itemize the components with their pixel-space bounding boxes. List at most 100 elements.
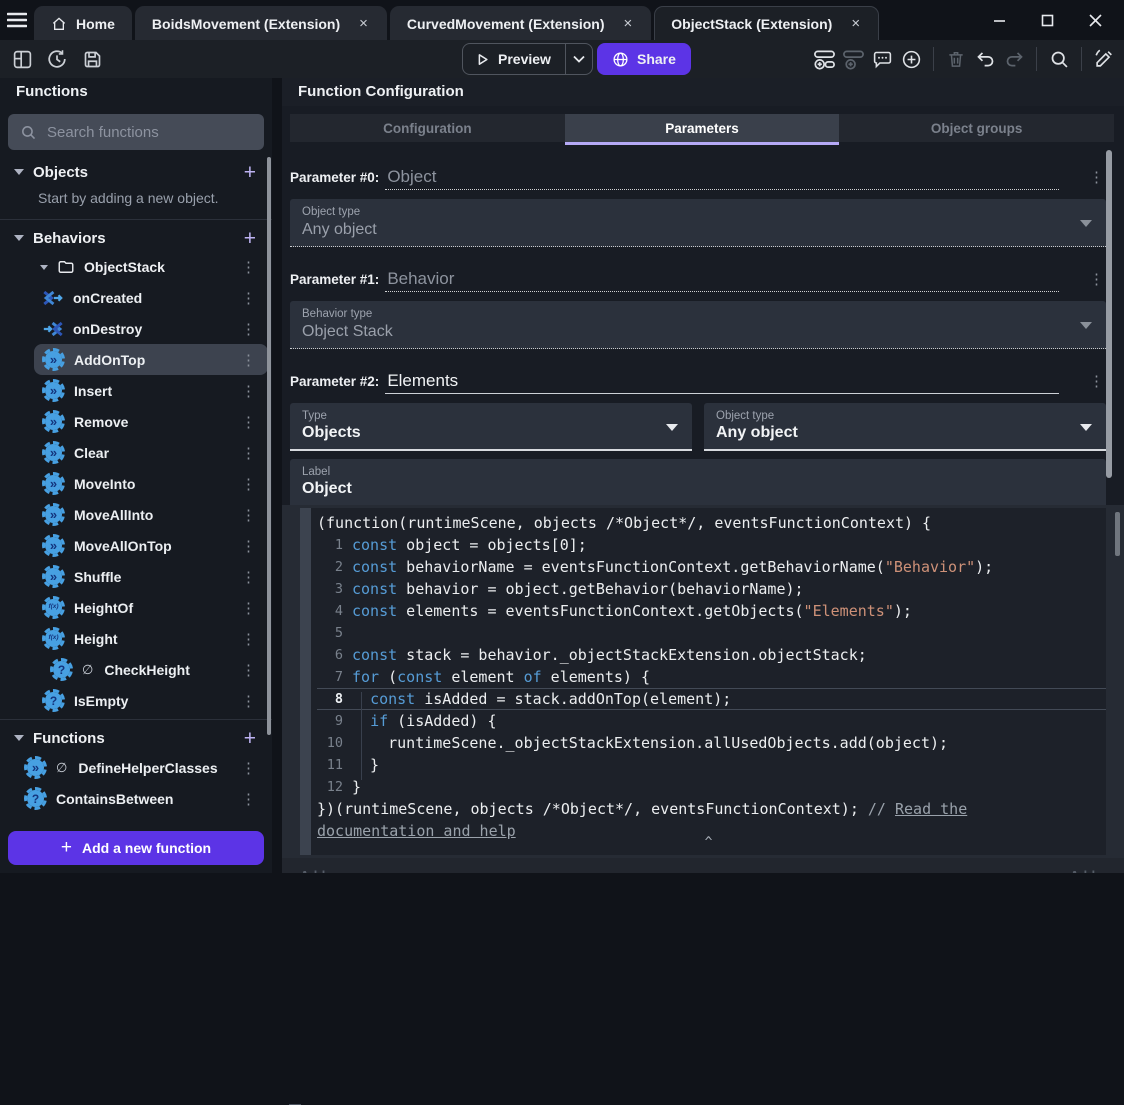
collapse-caret[interactable]: ^ bbox=[311, 836, 1106, 849]
preview-label: Preview bbox=[498, 51, 551, 67]
comment-icon[interactable] bbox=[870, 47, 894, 71]
item-menu-icon[interactable]: ⋮ bbox=[235, 630, 262, 648]
section-functions[interactable]: Functions + bbox=[0, 724, 272, 752]
panels-icon[interactable] bbox=[10, 47, 34, 71]
add-circle-icon[interactable] bbox=[899, 47, 923, 71]
parameters-scrollbar[interactable] bbox=[1106, 150, 1112, 478]
add-event-icon[interactable] bbox=[812, 47, 836, 71]
parameter-name-field[interactable]: Elements bbox=[385, 371, 1059, 394]
function-item-ondestroy[interactable]: onDestroy ⋮ bbox=[34, 313, 268, 344]
function-item-height[interactable]: f(x) Height ⋮ bbox=[34, 623, 268, 654]
add-subevent-icon[interactable] bbox=[841, 47, 865, 71]
item-menu-icon[interactable]: ⋮ bbox=[235, 692, 262, 710]
item-menu-icon[interactable]: ⋮ bbox=[235, 790, 262, 808]
chevron-down-icon[interactable] bbox=[14, 235, 24, 241]
tab-curvedmovement[interactable]: CurvedMovement (Extension) × bbox=[389, 6, 652, 40]
item-menu-icon[interactable]: ⋮ bbox=[235, 351, 262, 369]
section-behaviors[interactable]: Behaviors + bbox=[0, 224, 272, 252]
item-menu-icon[interactable]: ⋮ bbox=[235, 289, 262, 307]
save-icon[interactable] bbox=[80, 47, 104, 71]
function-item-clear[interactable]: » Clear ⋮ bbox=[34, 437, 268, 468]
sidebar-scrollbar[interactable] bbox=[267, 157, 271, 735]
item-menu-icon[interactable]: ⋮ bbox=[235, 413, 262, 431]
undo-icon[interactable] bbox=[973, 47, 997, 71]
function-item-moveallontop[interactable]: » MoveAllOnTop ⋮ bbox=[34, 530, 268, 561]
function-item-isempty[interactable]: ? IsEmpty ⋮ bbox=[34, 685, 268, 716]
hamburger-icon[interactable] bbox=[0, 3, 34, 37]
function-item-oncreated[interactable]: onCreated ⋮ bbox=[34, 282, 268, 313]
item-menu-icon[interactable]: ⋮ bbox=[235, 475, 262, 493]
behavior-type-select[interactable]: Behavior type Object Stack bbox=[290, 301, 1106, 349]
search-icon[interactable] bbox=[1047, 47, 1071, 71]
folder-icon bbox=[58, 261, 74, 273]
function-item-addontop[interactable]: » AddOnTop ⋮ bbox=[34, 344, 268, 375]
tab-parameters[interactable]: Parameters bbox=[564, 114, 840, 145]
js-code-event[interactable]: (function(runtimeScene, objects /*Object… bbox=[300, 508, 1106, 855]
item-menu-icon[interactable]: ⋮ bbox=[235, 444, 262, 462]
parameter-name-field[interactable]: Behavior bbox=[385, 269, 1059, 292]
code-scrollbar[interactable] bbox=[1115, 512, 1120, 556]
function-item-definehelperclasses[interactable]: » ∅ DefineHelperClasses ⋮ bbox=[16, 752, 268, 783]
function-item-remove[interactable]: » Remove ⋮ bbox=[34, 406, 268, 437]
function-item-shuffle[interactable]: » Shuffle ⋮ bbox=[34, 561, 268, 592]
search-input[interactable] bbox=[47, 123, 252, 141]
chevron-down-icon[interactable] bbox=[14, 169, 24, 175]
history-icon[interactable] bbox=[45, 47, 69, 71]
tab-home[interactable]: Home bbox=[34, 6, 132, 40]
search-box[interactable] bbox=[8, 114, 264, 150]
item-menu-icon[interactable]: ⋮ bbox=[235, 506, 262, 524]
label-select[interactable]: Label Object bbox=[290, 459, 1106, 505]
tab-boidsmovement[interactable]: BoidsMovement (Extension) × bbox=[134, 6, 387, 40]
function-item-heightof[interactable]: f(x) HeightOf ⋮ bbox=[34, 592, 268, 623]
redo-icon[interactable] bbox=[1002, 47, 1026, 71]
object-type-select[interactable]: Object type Any object bbox=[290, 199, 1106, 247]
documentation-link[interactable]: Read the bbox=[895, 800, 967, 818]
add-icon[interactable]: + bbox=[242, 228, 258, 249]
tab-object-groups[interactable]: Object groups bbox=[839, 114, 1115, 142]
type-select[interactable]: Type Objects bbox=[290, 403, 692, 451]
item-menu-icon[interactable]: ⋮ bbox=[235, 320, 262, 338]
function-item-containsbetween[interactable]: ? ContainsBetween ⋮ bbox=[16, 783, 268, 814]
item-menu-icon[interactable]: ⋮ bbox=[235, 759, 262, 777]
item-menu-icon[interactable]: ⋮ bbox=[235, 661, 262, 679]
function-item-checkheight[interactable]: ? ∅ CheckHeight ⋮ bbox=[34, 654, 268, 685]
close-tab-icon[interactable]: × bbox=[849, 15, 862, 32]
add-function-button[interactable]: + Add a new function bbox=[8, 831, 264, 865]
close-tab-icon[interactable]: × bbox=[622, 15, 635, 32]
parameter-menu-icon[interactable]: ⋮ bbox=[1087, 270, 1106, 292]
tab-objectstack[interactable]: ObjectStack (Extension) × bbox=[654, 6, 880, 40]
panel-title: Functions bbox=[16, 83, 88, 100]
function-item-moveinto[interactable]: » MoveInto ⋮ bbox=[34, 468, 268, 499]
item-menu-icon[interactable]: ⋮ bbox=[235, 599, 262, 617]
event-drag-handle[interactable] bbox=[300, 508, 311, 855]
share-button[interactable]: Share bbox=[597, 43, 691, 75]
edit-icon[interactable] bbox=[1092, 47, 1116, 71]
parameter-name-field[interactable]: Object bbox=[385, 167, 1059, 190]
parameter-menu-icon[interactable]: ⋮ bbox=[1087, 372, 1106, 394]
item-menu-icon[interactable]: ⋮ bbox=[235, 258, 262, 276]
minimize-icon[interactable] bbox=[984, 7, 1014, 33]
tab-configuration[interactable]: Configuration bbox=[290, 114, 565, 142]
field-value: Object Stack bbox=[302, 323, 393, 340]
section-objects[interactable]: Objects + bbox=[0, 158, 272, 186]
chevron-down-icon[interactable] bbox=[40, 264, 48, 270]
field-label: Object type bbox=[302, 206, 361, 218]
chevron-down-icon[interactable] bbox=[566, 55, 592, 63]
maximize-icon[interactable] bbox=[1032, 7, 1062, 33]
delete-icon[interactable] bbox=[944, 47, 968, 71]
function-item-moveallinto[interactable]: » MoveAllInto ⋮ bbox=[34, 499, 268, 530]
close-icon[interactable] bbox=[1080, 7, 1110, 33]
function-item-insert[interactable]: » Insert ⋮ bbox=[34, 375, 268, 406]
parameter-menu-icon[interactable]: ⋮ bbox=[1087, 168, 1106, 190]
item-menu-icon[interactable]: ⋮ bbox=[235, 568, 262, 586]
add-icon[interactable]: + bbox=[242, 162, 258, 183]
code-editor[interactable]: (function(runtimeScene, objects /*Object… bbox=[311, 508, 1106, 855]
add-icon[interactable]: + bbox=[242, 728, 258, 749]
group-objectstack[interactable]: ObjectStack ⋮ bbox=[0, 252, 272, 282]
close-tab-icon[interactable]: × bbox=[357, 15, 370, 32]
preview-button[interactable]: Preview bbox=[462, 43, 593, 75]
item-menu-icon[interactable]: ⋮ bbox=[235, 537, 262, 555]
object-type-select[interactable]: Object type Any object bbox=[704, 403, 1106, 451]
chevron-down-icon[interactable] bbox=[14, 735, 24, 741]
item-menu-icon[interactable]: ⋮ bbox=[235, 382, 262, 400]
